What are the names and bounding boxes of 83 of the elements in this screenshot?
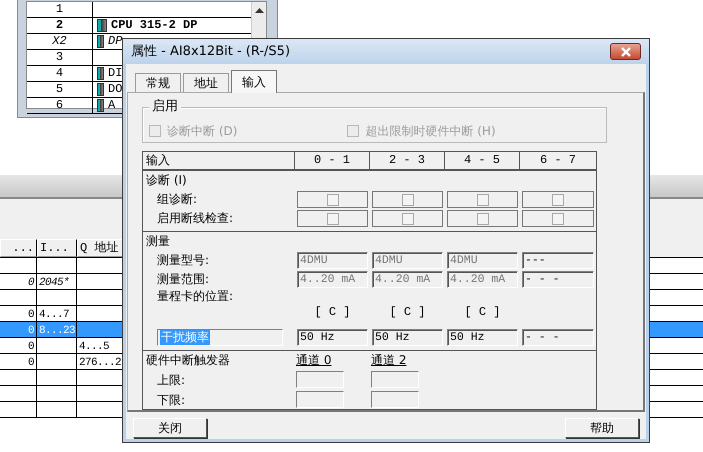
row-label: 测量范围: <box>156 271 210 288</box>
checkbox[interactable] <box>476 194 488 206</box>
value-field[interactable]: 50 Hz <box>372 329 443 346</box>
section-title: 硬件中断触发器 <box>145 353 231 369</box>
checkbox-label: 超出限制时硬件中断 (H) <box>365 124 496 138</box>
value-field: - - - <box>522 271 594 288</box>
slot-number: 1 <box>56 2 64 16</box>
section-title: 诊断 (I) <box>145 173 188 189</box>
column-header[interactable]: ... <box>0 239 37 257</box>
dialog-button[interactable]: 关闭 <box>133 418 207 438</box>
checkbox[interactable] <box>476 212 488 224</box>
value-field: --- <box>522 252 594 269</box>
slot-number: 3 <box>56 50 64 64</box>
table-cell: 8...23 <box>39 325 76 337</box>
module-name[interactable]: DI <box>108 66 122 81</box>
table-cell: 0 <box>28 341 34 353</box>
slot-number: X2 <box>52 34 67 48</box>
value-field: 4DMU <box>372 252 443 269</box>
slot-number: 5 <box>56 82 64 96</box>
value-field: 4DMU <box>297 252 368 269</box>
limit-field[interactable] <box>296 371 344 388</box>
close-icon <box>620 46 632 57</box>
table-cell: 276...2 <box>79 357 122 369</box>
checkbox[interactable] <box>552 212 564 224</box>
row-label: 上限: <box>156 372 186 389</box>
module-icon <box>97 82 104 96</box>
table-cell: 0 <box>28 357 34 369</box>
table-cell: 4...7 <box>39 309 70 321</box>
checkbox-label: 诊断中断 (D) <box>167 124 238 138</box>
tab[interactable]: 常规 <box>135 73 181 92</box>
module-icon <box>97 66 104 80</box>
column-header: 4 - 5 <box>445 152 520 169</box>
value-field: 4DMU <box>447 252 518 269</box>
module-icon <box>97 98 104 112</box>
value-field[interactable]: 50 Hz <box>297 329 368 346</box>
scroll-up-icon[interactable] <box>254 7 264 13</box>
table-cell: 2045* <box>39 277 70 289</box>
row-label: 测量型号: <box>156 252 210 270</box>
checkbox[interactable] <box>326 194 338 206</box>
limit-field[interactable] <box>296 391 344 408</box>
tab[interactable]: 地址 <box>183 73 229 92</box>
limit-field[interactable] <box>371 371 419 388</box>
checkbox[interactable] <box>402 194 414 206</box>
slot-number: 6 <box>56 98 64 112</box>
tab[interactable]: 输入 <box>231 70 277 93</box>
module-icon <box>97 34 104 48</box>
checkbox[interactable] <box>402 212 414 224</box>
table-cell: 0 <box>28 309 34 321</box>
group-title: 启用 <box>149 99 181 115</box>
checkbox[interactable] <box>326 212 338 224</box>
value-field: 4..20 mA <box>372 271 443 288</box>
column-header[interactable]: I... <box>37 239 77 257</box>
column-header: 0 - 1 <box>295 152 370 169</box>
channel-label: 通道 0 <box>295 353 332 367</box>
table-cell: 0 <box>28 325 34 337</box>
row-label: 量程卡的位置: <box>156 289 234 303</box>
slot-number: 2 <box>56 18 64 32</box>
dialog-button[interactable]: 帮助 <box>565 418 639 438</box>
module-icon <box>97 18 107 32</box>
card-position: [ C ] <box>388 304 426 321</box>
checkbox[interactable] <box>552 194 564 206</box>
value-field: 4..20 mA <box>447 271 518 288</box>
column-header: 2 - 3 <box>370 152 445 169</box>
table-cell: 4...5 <box>79 341 110 353</box>
module-name[interactable]: DO <box>108 82 122 97</box>
value-field[interactable]: - - - <box>522 329 594 346</box>
slot-number: 4 <box>56 66 64 80</box>
card-position: [ C ] <box>463 304 502 321</box>
row-label: 启用断线检查: <box>156 210 234 228</box>
row-label: 下限: <box>156 392 186 409</box>
table-cell: 0 <box>28 277 34 289</box>
close-button[interactable] <box>610 43 641 60</box>
module-name[interactable]: CPU 315-2 DP <box>111 18 198 33</box>
module-name[interactable]: A <box>108 98 116 113</box>
column-header: 输入 <box>143 152 295 169</box>
window-title: 属性 - AI8x12Bit - (R-/S5) <box>131 44 290 60</box>
channel-label: 通道 2 <box>370 353 406 367</box>
row-label: 组诊断: <box>156 191 198 208</box>
value-field[interactable]: 50 Hz <box>447 329 518 346</box>
column-header: 6 - 7 <box>538 152 577 169</box>
limit-field[interactable] <box>371 391 419 408</box>
card-position: [ C ] <box>313 304 352 321</box>
value-field: 4..20 mA <box>297 271 368 288</box>
